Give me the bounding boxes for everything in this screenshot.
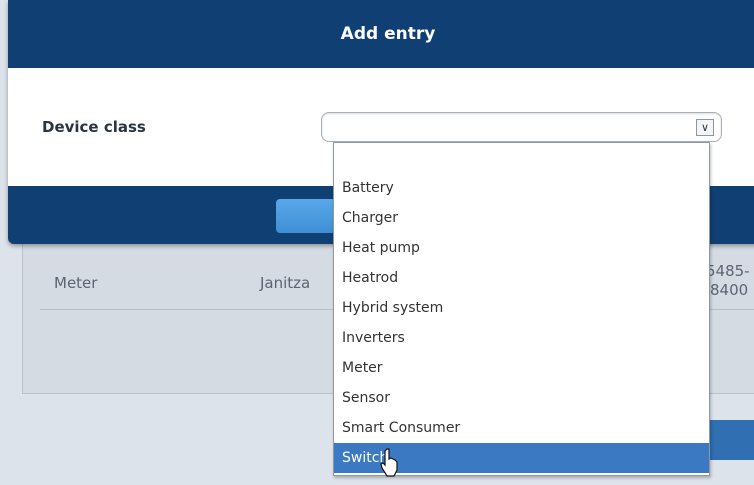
table-cell-model-line-2: 8400 bbox=[710, 281, 749, 299]
dropdown-option-inverters[interactable]: Inverters bbox=[334, 323, 709, 353]
dialog-title: Add entry bbox=[340, 24, 436, 44]
dropdown-option-charger[interactable]: Charger bbox=[334, 203, 709, 233]
table-cell-model-line-1: 5485- bbox=[706, 262, 750, 280]
dropdown-option-hybrid-system[interactable]: Hybrid system bbox=[334, 293, 709, 323]
dropdown-option-empty[interactable] bbox=[334, 143, 709, 173]
dialog-header: Add entry bbox=[8, 0, 754, 68]
device-class-label: Device class bbox=[42, 118, 146, 136]
table-cell-device-class: Meter bbox=[54, 274, 98, 292]
device-class-dropdown-list: Battery Charger Heat pump Heatrod Hybrid… bbox=[333, 142, 710, 476]
save-button[interactable] bbox=[276, 199, 336, 233]
device-class-select[interactable]: ∨ bbox=[321, 112, 722, 142]
chevron-down-icon[interactable]: ∨ bbox=[696, 119, 714, 136]
dropdown-option-sensor[interactable]: Sensor bbox=[334, 383, 709, 413]
table-cell-manufacturer: Janitza bbox=[260, 274, 311, 292]
dropdown-option-smart-consumer[interactable]: Smart Consumer bbox=[334, 413, 709, 443]
dropdown-option-meter[interactable]: Meter bbox=[334, 353, 709, 383]
pointer-cursor-icon bbox=[380, 448, 398, 477]
dropdown-option-heatrod[interactable]: Heatrod bbox=[334, 263, 709, 293]
dropdown-option-heat-pump[interactable]: Heat pump bbox=[334, 233, 709, 263]
dropdown-option-battery[interactable]: Battery bbox=[334, 173, 709, 203]
